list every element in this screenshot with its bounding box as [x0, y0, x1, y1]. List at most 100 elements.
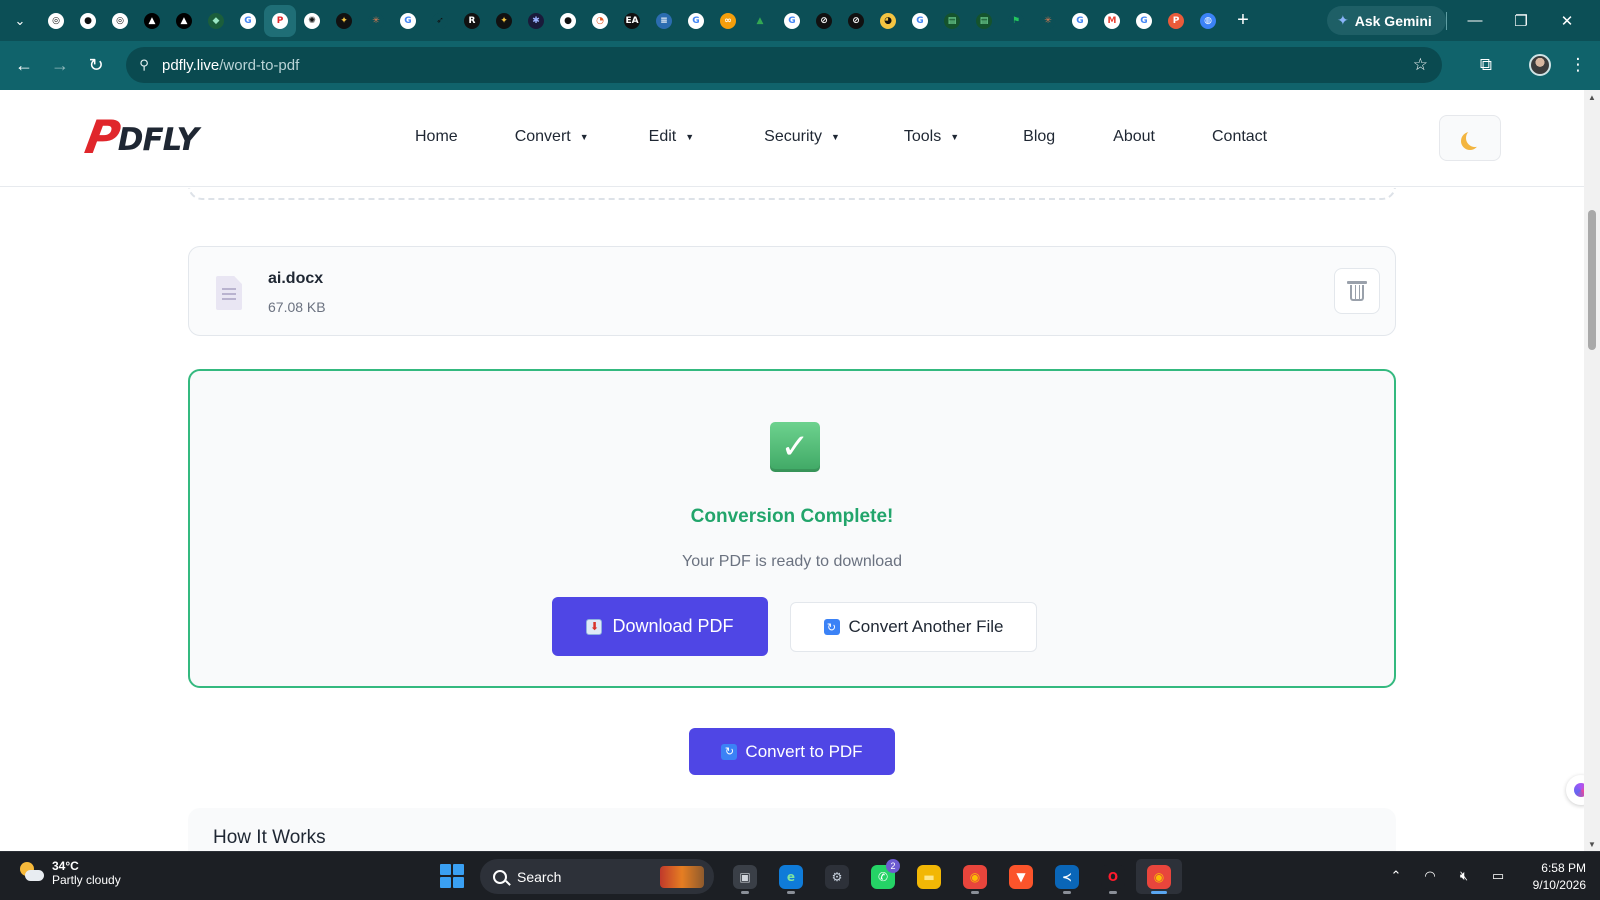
theme-toggle-button[interactable] — [1439, 115, 1501, 161]
browser-tab[interactable]: ◎ — [104, 5, 136, 37]
taskbar-app-vscode[interactable]: ≺ — [1044, 859, 1090, 894]
weather-widget[interactable]: 34°C Partly cloudy — [18, 859, 121, 887]
nav-contact[interactable]: Contact — [1212, 128, 1267, 146]
forward-arrow-icon[interactable]: → — [42, 48, 78, 84]
browser-tab[interactable]: ✦ — [488, 5, 520, 37]
back-arrow-icon[interactable]: ← — [6, 48, 42, 84]
taskbar-app-edge[interactable]: e — [768, 859, 814, 894]
browser-tab[interactable]: ⊘ — [808, 5, 840, 37]
ea-icon: EA — [624, 12, 640, 29]
scroll-down-arrow-icon[interactable]: ▼ — [1584, 837, 1600, 851]
nav-home[interactable]: Home — [415, 128, 458, 146]
convert-another-button[interactable]: ↻ Convert Another File — [790, 602, 1037, 652]
taskbar-app-file-manager[interactable]: ▣ — [722, 859, 768, 894]
browser-tab[interactable]: R — [456, 5, 488, 37]
nav-edit[interactable]: Edit ▼ — [649, 128, 695, 146]
reload-icon[interactable]: ↻ — [78, 48, 114, 84]
taskbar-app-settings[interactable]: ⚙ — [814, 859, 860, 894]
download-pdf-button[interactable]: ⬇ Download PDF — [552, 597, 768, 656]
speaker-muted-icon[interactable]: 🔇︎ — [1454, 867, 1474, 887]
bookmark-star-icon[interactable]: ☆ — [1413, 55, 1428, 75]
pdfly-icon: P — [272, 12, 288, 29]
taskbar-app-folder[interactable]: ▬ — [906, 859, 952, 894]
browser-tab[interactable]: ✳ — [360, 5, 392, 37]
perplexity-icon: ⊘ — [816, 12, 832, 29]
file-size: 67.08 KB — [268, 299, 326, 315]
taskbar-search[interactable]: Search — [480, 859, 714, 894]
browser-tab[interactable]: ✦ — [328, 5, 360, 37]
browser-tab[interactable]: G — [776, 5, 808, 37]
browser-tab[interactable]: ● — [552, 5, 584, 37]
browser-tab[interactable]: ✳ — [1032, 5, 1064, 37]
browser-tab[interactable]: ∞ — [712, 5, 744, 37]
browser-tab[interactable]: ◎ — [40, 5, 72, 37]
taskbar-clock[interactable]: 6:58 PM 9/10/2026 — [1510, 860, 1586, 894]
browser-tab[interactable]: ◍ — [1192, 5, 1224, 37]
url-text[interactable]: pdfly.live/word-to-pdf — [162, 57, 299, 74]
browser-tab[interactable]: ◔ — [584, 5, 616, 37]
terminal-icon: ▤ — [976, 12, 992, 29]
browser-tab[interactable]: ● — [72, 5, 104, 37]
browser-tab[interactable]: ➶ — [424, 5, 456, 37]
browser-tab[interactable]: ▤ — [968, 5, 1000, 37]
floating-assistant-icon[interactable] — [1566, 775, 1584, 805]
restore-button[interactable]: ❐ — [1498, 0, 1544, 41]
nav-about[interactable]: About — [1113, 128, 1155, 146]
taskbar-app-whatsapp[interactable]: ✆ 2 — [860, 859, 906, 894]
ask-gemini-button[interactable]: ✦ Ask Gemini — [1327, 6, 1446, 35]
browser-tab[interactable]: ▲ — [136, 5, 168, 37]
browser-tab[interactable]: ◕ — [872, 5, 904, 37]
nav-security[interactable]: Security ▼ — [764, 128, 840, 146]
page-scrollbar[interactable]: ▲ ▼ — [1584, 90, 1600, 851]
extensions-puzzle-icon[interactable]: ⧉ — [1468, 47, 1504, 83]
browser-tab[interactable]: ✱ — [520, 5, 552, 37]
nav-convert[interactable]: Convert ▼ — [515, 128, 589, 146]
browser-menu-icon[interactable]: ⋮ — [1560, 47, 1596, 83]
nav-label: Home — [415, 128, 458, 145]
browser-tab[interactable]: G — [1128, 5, 1160, 37]
remove-file-button[interactable] — [1334, 268, 1380, 314]
nav-blog[interactable]: Blog — [1023, 128, 1055, 146]
browser-tab[interactable]: ▲ — [744, 5, 776, 37]
address-bar[interactable]: ⚲ pdfly.live/word-to-pdf ☆ — [126, 47, 1442, 83]
scrollbar-thumb[interactable] — [1588, 210, 1596, 350]
browser-tab[interactable]: ▤ — [936, 5, 968, 37]
browser-tab[interactable]: EA — [616, 5, 648, 37]
browser-tab[interactable]: ▲ — [168, 5, 200, 37]
browser-tab[interactable]: ◆ — [200, 5, 232, 37]
scroll-up-arrow-icon[interactable]: ▲ — [1584, 90, 1600, 104]
main-navigation: Home Convert ▼ Edit ▼ Security ▼ Tools ▼ Blog Abou… — [415, 128, 1267, 146]
browser-tab[interactable]: G — [680, 5, 712, 37]
taskbar-app-opera[interactable]: O — [1090, 859, 1136, 894]
taskbar-app-chrome[interactable]: ◉ — [952, 859, 998, 894]
browser-tab[interactable]: G — [232, 5, 264, 37]
new-tab-button[interactable]: + — [1228, 6, 1258, 36]
chevron-up-icon[interactable]: ⌃ — [1386, 867, 1406, 887]
nav-tools[interactable]: Tools ▼ — [904, 128, 959, 146]
windows-start-icon[interactable] — [440, 864, 464, 888]
tab-search-chevron-icon[interactable]: ⌄ — [0, 0, 40, 41]
wifi-icon[interactable]: ◠ — [1420, 867, 1440, 887]
browser-tab[interactable]: G — [904, 5, 936, 37]
trash-icon — [1347, 281, 1367, 301]
profile-avatar[interactable] — [1522, 47, 1558, 83]
browser-tab[interactable]: ✺ — [296, 5, 328, 37]
browser-tab[interactable]: P — [1160, 5, 1192, 37]
browser-tab[interactable]: P — [264, 4, 296, 37]
browser-tab[interactable]: ≡ — [648, 5, 680, 37]
pdfly-logo[interactable]: P DFLY — [81, 110, 199, 164]
taskbar-app-brave[interactable]: ▼ — [998, 859, 1044, 894]
sparkle-icon: ✦ — [496, 12, 512, 29]
site-settings-icon[interactable]: ⚲ — [126, 57, 162, 73]
taskbar-app-chrome[interactable]: ◉ — [1136, 859, 1182, 894]
convert-to-pdf-button[interactable]: ↻ Convert to PDF — [689, 728, 895, 775]
upload-drop-zone[interactable] — [188, 188, 1396, 200]
battery-icon[interactable]: ▭ — [1488, 867, 1508, 887]
browser-tab[interactable]: G — [1064, 5, 1096, 37]
minimize-button[interactable]: — — [1452, 0, 1498, 41]
browser-tab[interactable]: M — [1096, 5, 1128, 37]
browser-tab[interactable]: ⊘ — [840, 5, 872, 37]
browser-tab[interactable]: ⚑ — [1000, 5, 1032, 37]
close-window-button[interactable]: ✕ — [1544, 0, 1590, 41]
browser-tab[interactable]: G — [392, 5, 424, 37]
